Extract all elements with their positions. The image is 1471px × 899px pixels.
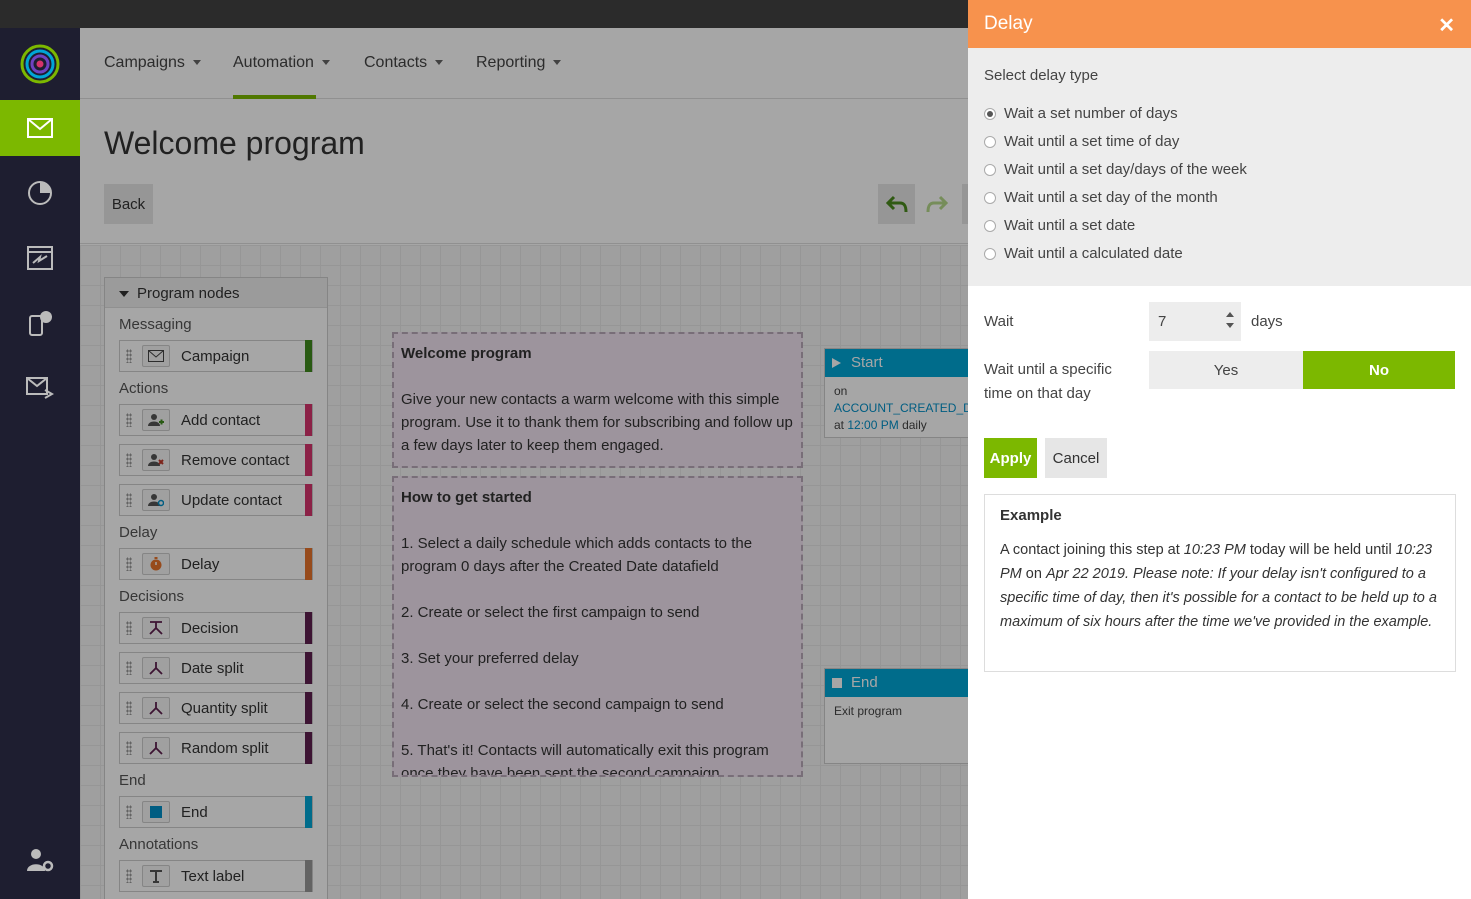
landing-pages-icon[interactable] (0, 230, 80, 286)
apply-button[interactable]: Apply (984, 438, 1037, 478)
radio-button[interactable] (984, 247, 996, 260)
radio-calculated-date[interactable]: Wait until a calculated date (984, 245, 1183, 262)
left-rail (0, 28, 80, 899)
email-nav-icon[interactable] (0, 100, 80, 156)
modal-backdrop[interactable] (80, 28, 968, 899)
radio-button[interactable] (984, 191, 996, 204)
example-title: Example (1000, 507, 1062, 524)
radio-button-selected[interactable] (984, 107, 996, 120)
panel-title: Delay (984, 13, 1033, 34)
panel-header: Delay ✕ (968, 0, 1471, 48)
radio-set-date[interactable]: Wait until a set date (984, 217, 1135, 234)
example-text: A contact joining this step at 10:23 PM … (1000, 542, 1437, 630)
number-stepper[interactable] (1225, 310, 1235, 332)
sms-icon[interactable] (0, 295, 80, 351)
radio-button[interactable] (984, 135, 996, 148)
radio-days-of-week[interactable]: Wait until a set day/days of the week (984, 161, 1247, 178)
radio-button[interactable] (984, 163, 996, 176)
example-box: Example A contact joining this step at 1… (984, 494, 1456, 672)
account-settings-icon[interactable] (0, 832, 80, 888)
days-unit-label: days (1251, 313, 1283, 330)
radio-day-of-month[interactable]: Wait until a set day of the month (984, 189, 1218, 206)
radio-set-time-of-day[interactable]: Wait until a set time of day (984, 133, 1179, 150)
stepper-up-icon[interactable] (1226, 312, 1234, 317)
reports-pie-icon[interactable] (0, 165, 80, 221)
close-icon[interactable]: ✕ (1438, 13, 1455, 38)
cancel-button[interactable]: Cancel (1045, 438, 1107, 478)
specific-time-label: Wait until a specific time on that day (984, 361, 1112, 402)
radio-set-number-of-days[interactable]: Wait a set number of days (984, 105, 1178, 122)
toggle-yes-button[interactable]: Yes (1149, 351, 1303, 389)
brand-logo-icon[interactable] (20, 44, 60, 84)
stepper-down-icon[interactable] (1226, 323, 1234, 328)
main-area: Campaigns Automation Contacts Reporting … (80, 28, 968, 899)
delay-type-label: Select delay type (984, 67, 1099, 84)
radio-button[interactable] (984, 219, 996, 232)
delay-type-section: Select delay type Wait a set number of d… (968, 48, 1471, 286)
transactional-email-icon[interactable] (0, 360, 80, 416)
toggle-no-button[interactable]: No (1303, 351, 1455, 389)
wait-label: Wait (984, 313, 1014, 330)
delay-panel: Delay ✕ Select delay type Wait a set num… (968, 0, 1471, 899)
